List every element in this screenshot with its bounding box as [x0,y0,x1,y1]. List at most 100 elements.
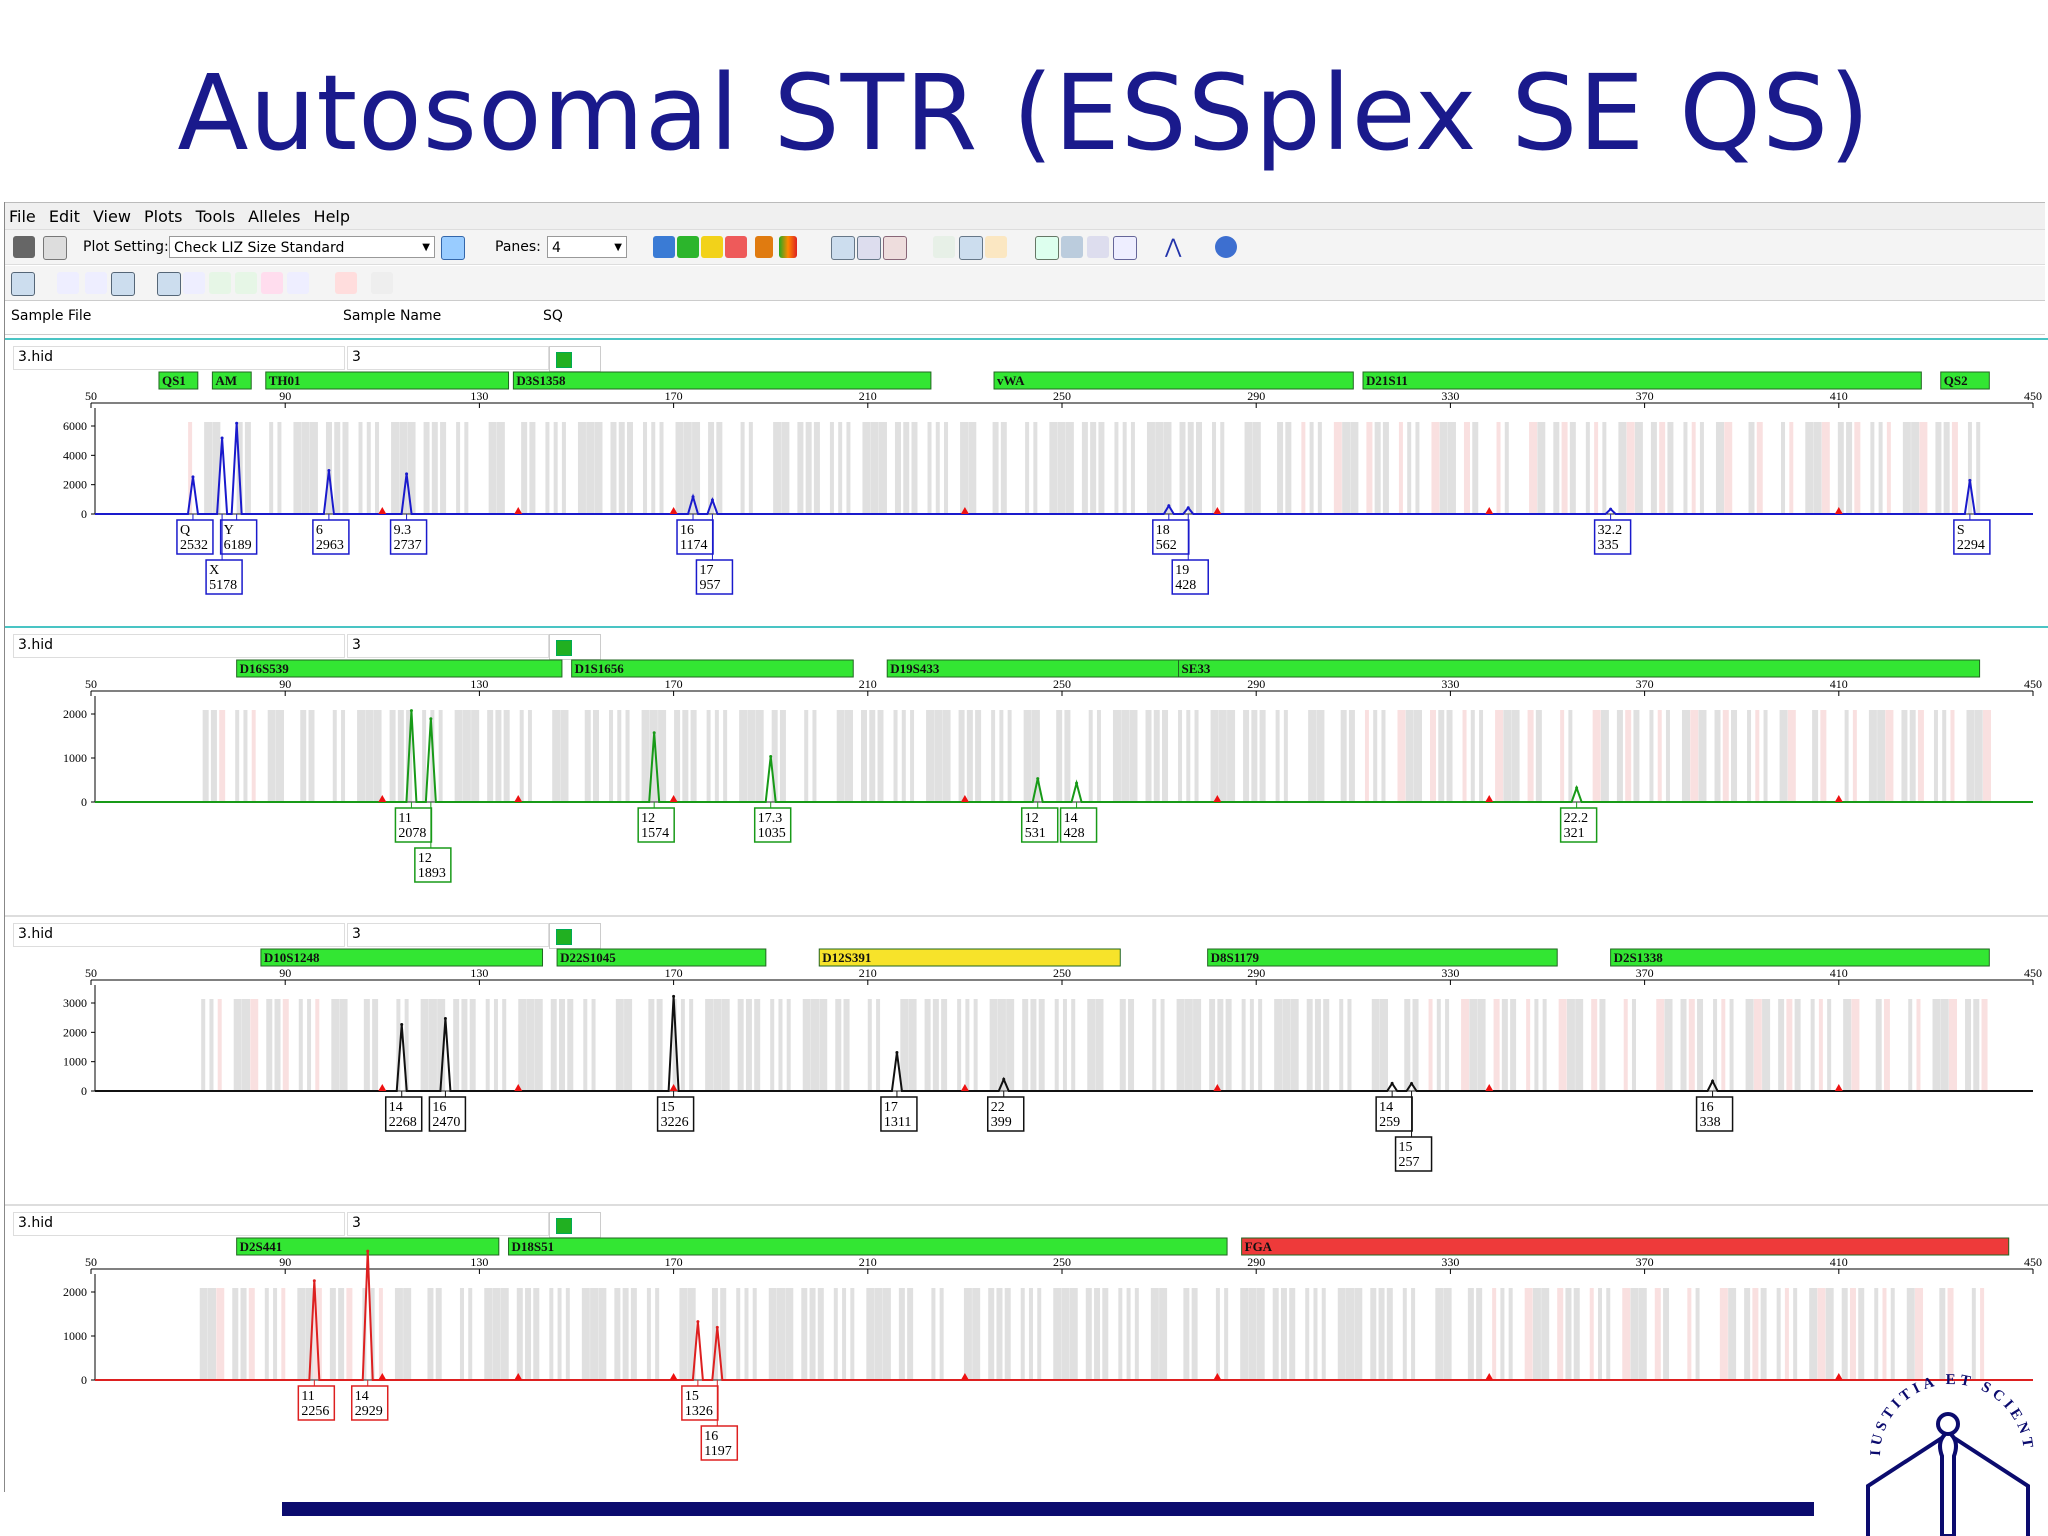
electropherogram-red[interactable]: D2S441 D18S51 FGA 50 90 130 170 210 250 290 330 370… [5,1236,2048,1492]
bin-band [1659,422,1666,514]
sq-indicator[interactable] [549,346,601,372]
show-bins-icon[interactable] [57,272,79,294]
colored-peaks-icon[interactable] [985,236,1007,258]
electropherogram-blue[interactable]: QS1 AM TH01 D3S1358 vWA D21S11 QS250 90 130 170 21… [5,370,2048,626]
allele-edit-icon[interactable] [371,272,393,294]
col-sample-file[interactable]: Sample File [11,308,91,324]
peaks-icon[interactable] [883,236,907,260]
orange-dye-icon[interactable] [755,236,773,258]
bin-band [1405,710,1414,802]
bin-band [526,999,535,1091]
bin-band [438,710,443,802]
print-icon[interactable] [13,236,35,258]
arrow-down-icon[interactable] [235,272,257,294]
bin-band [1600,710,1609,802]
blue-dye-icon[interactable] [653,236,675,258]
bin-band [464,422,469,514]
allele-call: 14 [1379,1100,1393,1115]
zoom-icon[interactable] [183,272,205,294]
bin-band [1719,1288,1728,1380]
bin-band [931,1288,936,1380]
align-icon[interactable] [287,272,309,294]
electropherogram-icon[interactable] [933,236,955,258]
bin-band [1932,999,1941,1091]
flag-triangle [1485,1373,1494,1380]
bin-band [1503,710,1512,802]
overlay-icon[interactable] [831,236,855,260]
marker-bar [1362,371,1922,390]
flag-triangle [378,507,387,514]
table-icon[interactable] [1035,236,1059,260]
bin-band [659,422,664,514]
x-tick-label: 170 [665,1255,683,1269]
menu-alleles[interactable]: Alleles [244,203,304,226]
bin-band [1493,999,1500,1091]
red-dye-icon[interactable] [725,236,747,258]
bin-band [836,710,845,802]
fit-icon[interactable] [261,272,283,294]
bin-band [420,999,429,1091]
sq-indicator[interactable] [549,1212,601,1238]
menu-view[interactable]: View [89,203,135,226]
show-markers-icon[interactable] [85,272,107,294]
peak-shape-icon[interactable]: ⋀ [1165,234,1181,258]
full-view-icon[interactable] [157,272,181,296]
bin-band [903,422,910,514]
x-tick-label: 290 [1247,677,1265,691]
grid-icon[interactable] [1061,236,1083,258]
plot-setting-select[interactable]: Check LIZ Size Standard ▼ [169,236,435,258]
stack-icon[interactable] [857,236,881,260]
print-preview-icon[interactable] [43,236,67,260]
menu-tools[interactable]: Tools [192,203,239,226]
panes-select[interactable]: 4 ▼ [547,236,627,258]
menu-edit[interactable]: Edit [45,203,84,226]
yellow-dye-icon[interactable] [701,236,723,258]
marker-label: D12S391 [822,950,871,965]
allele-call: Y [224,523,234,538]
report-icon[interactable] [1113,236,1137,260]
peak-apex [1075,781,1079,785]
bin-band [1243,710,1250,802]
green-dye-icon[interactable] [677,236,699,258]
bin-band [1534,999,1539,1091]
y-tick-label: 0 [81,507,87,521]
col-sq[interactable]: SQ [543,308,563,324]
bin-band [375,422,380,514]
y-tick-label: 1000 [63,751,87,765]
bin-band [838,422,843,514]
panes-label: Panes: [495,239,541,255]
show-labels-icon[interactable] [111,272,135,296]
x-tick-label: 410 [1830,1255,1848,1269]
label-edit-icon[interactable] [335,272,357,294]
bin-band [1817,1288,1826,1380]
arrow-up-icon[interactable] [209,272,231,294]
peak-apex [895,1051,899,1055]
menu-plots[interactable]: Plots [140,203,187,226]
bin-band [1007,710,1012,802]
plot-setting-editor-icon[interactable] [441,236,465,260]
zoom-peaks-icon[interactable] [959,236,983,260]
bin-band [1902,422,1911,514]
menu-file[interactable]: File [5,203,40,226]
bin-band [1407,422,1412,514]
help-icon[interactable] [1215,236,1237,258]
bin-band [1348,710,1355,802]
bin-band [1274,999,1283,1091]
plot-view-icon[interactable] [11,272,35,296]
sizing-table-icon[interactable] [1087,236,1109,258]
electropherogram-black[interactable]: D10S1248 D22S1045 D12S391 D8S1179 D2S1338 50 9… [5,947,2048,1203]
bin-band [581,1288,590,1380]
bin-band [598,1288,607,1380]
bin-band [908,999,917,1091]
col-sample-name[interactable]: Sample Name [343,308,441,324]
bin-band [422,710,427,802]
menu-help[interactable]: Help [310,203,354,226]
electropherogram-green[interactable]: D16S539 D1S1656 D19S433 SE33 50 90 130 170 210 25… [5,658,2048,914]
sq-indicator[interactable] [549,634,601,660]
all-dyes-icon[interactable] [779,236,797,258]
bin-band [1184,999,1193,1091]
flag-triangle [1834,1084,1843,1091]
bin-band [1088,710,1093,802]
sq-indicator[interactable] [549,923,601,949]
allele-call: 16 [432,1100,446,1115]
